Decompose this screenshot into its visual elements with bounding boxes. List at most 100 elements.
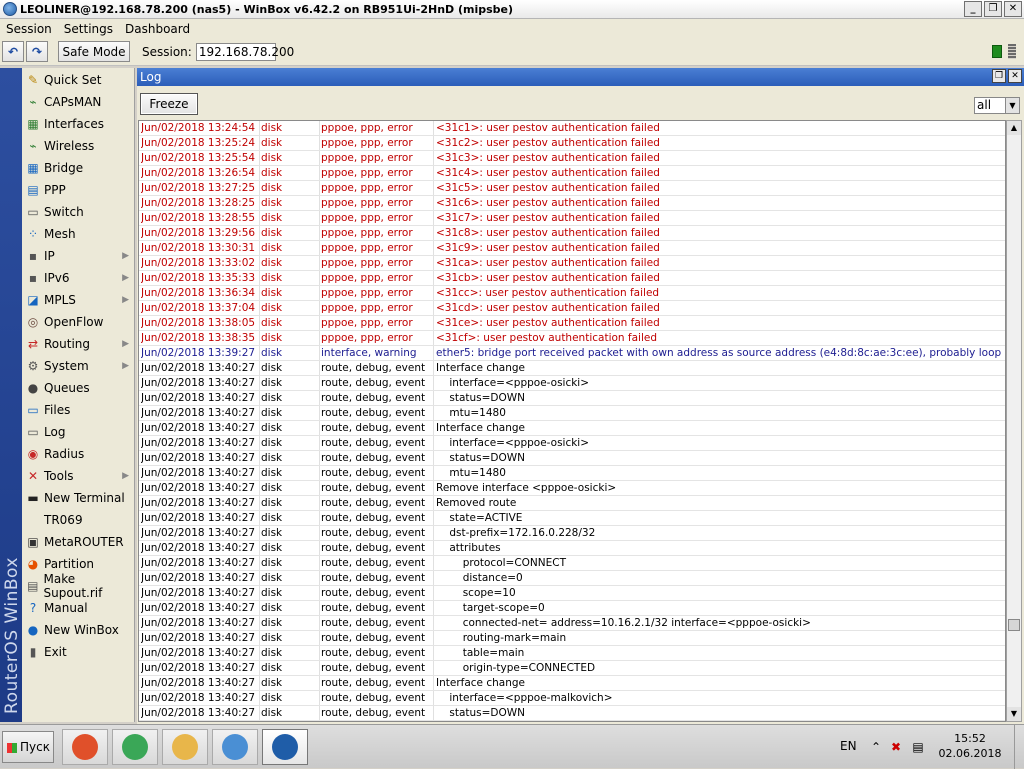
log-row[interactable]: Jun/02/2018 13:40:27 disk route, debug, ev… [139,676,1005,691]
log-row[interactable]: Jun/02/2018 13:40:27 disk route, debug, ev… [139,601,1005,616]
safe-mode-button[interactable]: Safe Mode [58,41,130,62]
sidebar-item-ppp[interactable]: ▤ PPP [22,180,135,200]
log-row[interactable]: Jun/02/2018 13:40:27 disk route, debug, ev… [139,571,1005,586]
redo-button[interactable]: ↷ [26,41,48,62]
log-row[interactable]: Jun/02/2018 13:40:27 disk route, debug, ev… [139,706,1005,721]
log-row[interactable]: Jun/02/2018 13:40:27 disk route, debug, ev… [139,586,1005,601]
sidebar-item-tools[interactable]: ✕ Tools ▶ [22,466,135,486]
sidebar-item-mesh[interactable]: ⁘ Mesh [22,224,135,244]
freeze-button[interactable]: Freeze [140,93,198,115]
show-desktop-button[interactable] [1014,725,1024,769]
language-indicator[interactable]: EN [840,739,857,753]
log-row[interactable]: Jun/02/2018 13:38:35 disk pppoe, ppp, erro… [139,331,1005,346]
sidebar-item-new-terminal[interactable]: ▬ New Terminal [22,488,135,508]
tray-expand-icon[interactable]: ⌃ [868,739,884,755]
sidebar-item-system[interactable]: ⚙ System ▶ [22,356,135,376]
log-row[interactable]: Jun/02/2018 13:40:27 disk route, debug, ev… [139,646,1005,661]
log-row[interactable]: Jun/02/2018 13:40:27 disk route, debug, ev… [139,436,1005,451]
session-field[interactable]: 192.168.78.200 [195,42,294,61]
start-button[interactable]: Пуск [2,731,54,763]
menu-settings[interactable]: Settings [58,22,119,36]
sidebar-item-switch[interactable]: ▭ Switch [22,202,135,222]
sidebar-item-files[interactable]: ▭ Files [22,400,135,420]
sidebar-item-routing[interactable]: ⇄ Routing ▶ [22,334,135,354]
volume-tray-icon[interactable]: ▤ [910,739,926,755]
sidebar-item-openflow[interactable]: ◎ OpenFlow [22,312,135,332]
undo-button[interactable]: ↶ [2,41,24,62]
log-row[interactable]: Jun/02/2018 13:40:27 disk route, debug, ev… [139,421,1005,436]
log-restore-button[interactable]: ❐ [992,69,1006,83]
log-row[interactable]: Jun/02/2018 13:39:27 disk interface, warni… [139,346,1005,361]
window-titlebar[interactable]: LEOLINER@192.168.78.200 (nas5) - WinBox … [0,0,1024,19]
sidebar-item-ipv6[interactable]: ▪ IPv6 ▶ [22,268,135,288]
sidebar-item-manual[interactable]: ? Manual [22,598,135,618]
log-row[interactable]: Jun/02/2018 13:25:24 disk pppoe, ppp, erro… [139,136,1005,151]
log-row[interactable]: Jun/02/2018 13:40:27 disk route, debug, ev… [139,631,1005,646]
menu-dashboard[interactable]: Dashboard [119,22,196,36]
log-close-button[interactable]: ✕ [1008,69,1022,83]
log-row[interactable]: Jun/02/2018 13:26:54 disk pppoe, ppp, erro… [139,166,1005,181]
log-row[interactable]: Jun/02/2018 13:40:27 disk route, debug, ev… [139,616,1005,631]
log-row[interactable]: Jun/02/2018 13:40:27 disk route, debug, ev… [139,361,1005,376]
close-button[interactable]: ✕ [1004,1,1022,17]
sidebar-item-tr069[interactable]: TR069 [22,510,135,530]
sidebar-item-metarouter[interactable]: ▣ MetaROUTER [22,532,135,552]
log-row[interactable]: Jun/02/2018 13:40:27 disk route, debug, ev… [139,526,1005,541]
sidebar-item-new-winbox[interactable]: ● New WinBox [22,620,135,640]
log-row[interactable]: Jun/02/2018 13:27:25 disk pppoe, ppp, erro… [139,181,1005,196]
sidebar-item-partition[interactable]: ◕ Partition [22,554,135,574]
sidebar-item-make-supout-rif[interactable]: ▤ Make Supout.rif [22,572,135,600]
sidebar-item-mpls[interactable]: ◪ MPLS ▶ [22,290,135,310]
log-table[interactable]: Jun/02/2018 13:24:54 disk pppoe, ppp, erro… [138,120,1006,722]
taskbar-app-winbox-app[interactable] [262,729,308,765]
sidebar-item-bridge[interactable]: ▦ Bridge [22,158,135,178]
log-row[interactable]: Jun/02/2018 13:40:27 disk route, debug, ev… [139,391,1005,406]
log-scrollbar[interactable]: ▲ ▼ [1006,120,1022,722]
log-row[interactable]: Jun/02/2018 13:36:34 disk pppoe, ppp, erro… [139,286,1005,301]
sidebar-item-ip[interactable]: ▪ IP ▶ [22,246,135,266]
log-row[interactable]: Jun/02/2018 13:25:54 disk pppoe, ppp, erro… [139,151,1005,166]
sidebar-item-quick-set[interactable]: ✎ Quick Set [22,70,135,90]
log-row[interactable]: Jun/02/2018 13:40:27 disk route, debug, ev… [139,541,1005,556]
log-row[interactable]: Jun/02/2018 13:29:56 disk pppoe, ppp, erro… [139,226,1005,241]
taskbar-app-control-panel[interactable] [212,729,258,765]
log-row[interactable]: Jun/02/2018 13:40:27 disk route, debug, ev… [139,406,1005,421]
log-row[interactable]: Jun/02/2018 13:40:27 disk route, debug, ev… [139,496,1005,511]
log-row[interactable]: Jun/02/2018 13:38:05 disk pppoe, ppp, erro… [139,316,1005,331]
log-row[interactable]: Jun/02/2018 13:40:27 disk route, debug, ev… [139,556,1005,571]
log-row[interactable]: Jun/02/2018 13:24:54 disk pppoe, ppp, erro… [139,121,1005,136]
log-row[interactable]: Jun/02/2018 13:40:27 disk route, debug, ev… [139,691,1005,706]
log-row[interactable]: Jun/02/2018 13:40:27 disk route, debug, ev… [139,376,1005,391]
taskbar-app-chrome[interactable] [112,729,158,765]
sidebar-item-radius[interactable]: ◉ Radius [22,444,135,464]
taskbar-app-office[interactable] [62,729,108,765]
log-row[interactable]: Jun/02/2018 13:37:04 disk pppoe, ppp, erro… [139,301,1005,316]
log-row[interactable]: Jun/02/2018 13:40:27 disk route, debug, ev… [139,511,1005,526]
sidebar-item-exit[interactable]: ▮ Exit [22,642,135,662]
scroll-thumb[interactable] [1008,619,1020,631]
log-row[interactable]: Jun/02/2018 13:28:25 disk pppoe, ppp, erro… [139,196,1005,211]
chevron-down-icon[interactable]: ▼ [1005,98,1019,113]
network-tray-icon[interactable]: ✖ [888,739,904,755]
maximize-button[interactable]: ❐ [984,1,1002,17]
minimize-button[interactable]: _ [964,1,982,17]
log-window-titlebar[interactable]: Log ❐ ✕ [137,68,1024,86]
log-filter-select[interactable]: all ▼ [974,97,1020,114]
log-row[interactable]: Jun/02/2018 13:30:31 disk pppoe, ppp, erro… [139,241,1005,256]
scroll-up-icon[interactable]: ▲ [1007,121,1021,135]
sidebar-item-capsman[interactable]: ⌁ CAPsMAN [22,92,135,112]
menu-session[interactable]: Session [0,22,58,36]
log-row[interactable]: Jun/02/2018 13:28:55 disk pppoe, ppp, erro… [139,211,1005,226]
log-row[interactable]: Jun/02/2018 13:40:27 disk route, debug, ev… [139,661,1005,676]
sidebar-item-queues[interactable]: ● Queues [22,378,135,398]
log-row[interactable]: Jun/02/2018 13:40:27 disk route, debug, ev… [139,451,1005,466]
sidebar-item-log[interactable]: ▭ Log [22,422,135,442]
log-row[interactable]: Jun/02/2018 13:35:33 disk pppoe, ppp, erro… [139,271,1005,286]
taskbar-app-explorer[interactable] [162,729,208,765]
sidebar-item-interfaces[interactable]: ▦ Interfaces [22,114,135,134]
sidebar-item-wireless[interactable]: ⌁ Wireless [22,136,135,156]
log-row[interactable]: Jun/02/2018 13:40:27 disk route, debug, ev… [139,481,1005,496]
log-row[interactable]: Jun/02/2018 13:40:27 disk route, debug, ev… [139,466,1005,481]
system-clock[interactable]: 15:52 02.06.2018 [934,731,1006,761]
scroll-down-icon[interactable]: ▼ [1007,707,1021,721]
